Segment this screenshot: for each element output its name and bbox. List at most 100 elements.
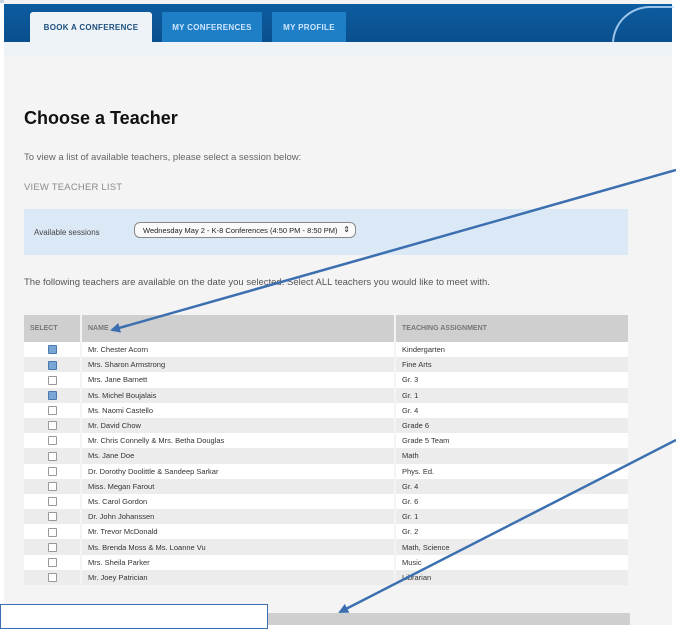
teacher-name: Ms. Michel Boujalais <box>81 387 396 403</box>
column-header-name: NAME <box>81 315 396 342</box>
table-row: Mr. David Chow Grade 6 <box>24 417 630 434</box>
teacher-name: Ms. Jane Doe <box>81 448 396 464</box>
top-navigation: BOOK A CONFERENCE MY CONFERENCES MY PROF… <box>4 4 674 44</box>
tab-book-a-conference[interactable]: BOOK A CONFERENCE <box>30 12 152 42</box>
select-cell <box>24 372 82 388</box>
availability-text: The following teachers are available on … <box>24 277 490 288</box>
select-cell <box>24 569 82 585</box>
callout-box <box>0 604 268 629</box>
table-row: Mr. Joey Patrician Librarian <box>24 569 630 585</box>
select-cell <box>24 448 82 464</box>
select-checkbox[interactable] <box>47 375 57 385</box>
tab-my-profile[interactable]: MY PROFILE <box>272 12 346 42</box>
page-title: Choose a Teacher <box>24 108 178 128</box>
teacher-name: Ms. Brenda Moss & Ms. Loanne Vu <box>81 539 396 555</box>
teacher-table: SELECT NAME TEACHING ASSIGNMENT Mr. Ches… <box>24 315 630 585</box>
teacher-name: Mrs. Sheila Parker <box>81 554 396 570</box>
teacher-name: Mr. David Chow <box>81 417 396 434</box>
table-row: Mr. Chris Connelly & Mrs. Betha Douglas G… <box>24 433 630 449</box>
teacher-name: Mr. Trevor McDonald <box>81 524 396 540</box>
select-checkbox[interactable] <box>47 542 57 552</box>
teaching-assignment: Kindergarten <box>395 342 630 358</box>
select-cell <box>24 433 82 449</box>
teacher-name: Mrs. Sharon Armstrong <box>81 357 396 373</box>
teaching-assignment: Gr. 1 <box>395 509 630 525</box>
select-checkbox[interactable] <box>47 436 57 446</box>
teacher-table-header: SELECT NAME TEACHING ASSIGNMENT <box>24 315 630 342</box>
teaching-assignment: Gr. 3 <box>395 372 630 388</box>
view-teacher-list-link[interactable]: VIEW TEACHER LIST <box>24 182 122 193</box>
teacher-name: Ms. Carol Gordon <box>81 493 396 510</box>
select-checkbox[interactable] <box>47 497 57 507</box>
teacher-name: Mr. Joey Patrician <box>81 569 396 585</box>
teaching-assignment: Gr. 1 <box>395 387 630 403</box>
nav-subbar <box>4 42 672 56</box>
table-row: Mrs. Jane Barnett Gr. 3 <box>24 372 630 388</box>
table-row: Dr. Dorothy Doolittle & Sandeep Sarkar Ph… <box>24 463 630 479</box>
select-checkbox[interactable] <box>47 345 57 355</box>
tab-my-conferences[interactable]: MY CONFERENCES <box>162 12 262 42</box>
session-label: Available sessions <box>34 228 100 237</box>
select-cell <box>24 402 82 418</box>
select-cell <box>24 539 82 555</box>
select-checkbox[interactable] <box>47 406 57 416</box>
table-row: Mr. Trevor McDonald Gr. 2 <box>24 524 630 540</box>
column-header-assignment: TEACHING ASSIGNMENT <box>395 315 630 342</box>
teacher-table-body: Mr. Chester Acorn Kindergarten Mrs. Sharon… <box>24 342 630 585</box>
teaching-assignment: Gr. 2 <box>395 524 630 540</box>
session-select-value: Wednesday May 2 - K-8 Conferences (4:50 … <box>143 225 338 235</box>
select-checkbox[interactable] <box>47 527 57 537</box>
session-panel: Available sessions Wednesday May 2 - K-8… <box>24 209 628 255</box>
select-cell <box>24 463 82 479</box>
teacher-name: Mrs. Jane Barnett <box>81 372 396 388</box>
select-cell <box>24 524 82 540</box>
select-checkbox[interactable] <box>47 451 57 461</box>
select-cell <box>24 554 82 570</box>
select-cell <box>24 417 82 434</box>
table-row: Ms. Naomi Castello Gr. 4 <box>24 402 630 418</box>
teaching-assignment: Math <box>395 448 630 464</box>
table-row: Dr. John Johanssen Gr. 1 <box>24 509 630 525</box>
table-row: Ms. Carol Gordon Gr. 6 <box>24 493 630 510</box>
table-row: Mr. Chester Acorn Kindergarten <box>24 342 630 358</box>
session-select[interactable]: Wednesday May 2 - K-8 Conferences (4:50 … <box>134 222 356 238</box>
teacher-name: Mr. Chris Connelly & Mrs. Betha Douglas <box>81 433 396 449</box>
teaching-assignment: Fine Arts <box>395 357 630 373</box>
select-checkbox[interactable] <box>47 512 57 522</box>
teacher-name: Dr. Dorothy Doolittle & Sandeep Sarkar <box>81 463 396 479</box>
table-row: Ms. Michel Boujalais Gr. 1 <box>24 387 630 403</box>
teaching-assignment: Gr. 4 <box>395 478 630 494</box>
select-cell <box>24 509 82 525</box>
teacher-name: Ms. Naomi Castello <box>81 402 396 418</box>
select-cell <box>24 387 82 403</box>
select-cell <box>24 478 82 494</box>
column-header-select: SELECT <box>24 315 82 342</box>
table-row: Ms. Brenda Moss & Ms. Loanne Vu Math, Sci… <box>24 539 630 555</box>
session-prompt: To view a list of available teachers, pl… <box>24 152 302 163</box>
header-swoosh-decoration <box>612 6 674 44</box>
select-cell <box>24 493 82 510</box>
teaching-assignment: Phys. Ed. <box>395 463 630 479</box>
select-checkbox[interactable] <box>47 466 57 476</box>
select-checkbox[interactable] <box>47 557 57 567</box>
table-footer-strip <box>268 613 630 625</box>
select-cell <box>24 342 82 358</box>
select-arrows-icon: ⇕ <box>343 225 350 234</box>
table-row: Ms. Jane Doe Math <box>24 448 630 464</box>
select-checkbox[interactable] <box>47 573 57 583</box>
table-row: Mrs. Sheila Parker Music <box>24 554 630 570</box>
select-checkbox[interactable] <box>47 421 57 431</box>
select-checkbox[interactable] <box>47 360 57 370</box>
teacher-name: Dr. John Johanssen <box>81 509 396 525</box>
table-row: Mrs. Sharon Armstrong Fine Arts <box>24 357 630 373</box>
teacher-name: Mr. Chester Acorn <box>81 342 396 358</box>
teaching-assignment: Music <box>395 554 630 570</box>
teaching-assignment: Math, Science <box>395 539 630 555</box>
teacher-name: Miss. Megan Farout <box>81 478 396 494</box>
select-cell <box>24 357 82 373</box>
select-checkbox[interactable] <box>47 390 57 400</box>
teaching-assignment: Grade 6 <box>395 417 630 434</box>
teaching-assignment: Librarian <box>395 569 630 585</box>
teaching-assignment: Grade 5 Team <box>395 433 630 449</box>
select-checkbox[interactable] <box>47 482 57 492</box>
